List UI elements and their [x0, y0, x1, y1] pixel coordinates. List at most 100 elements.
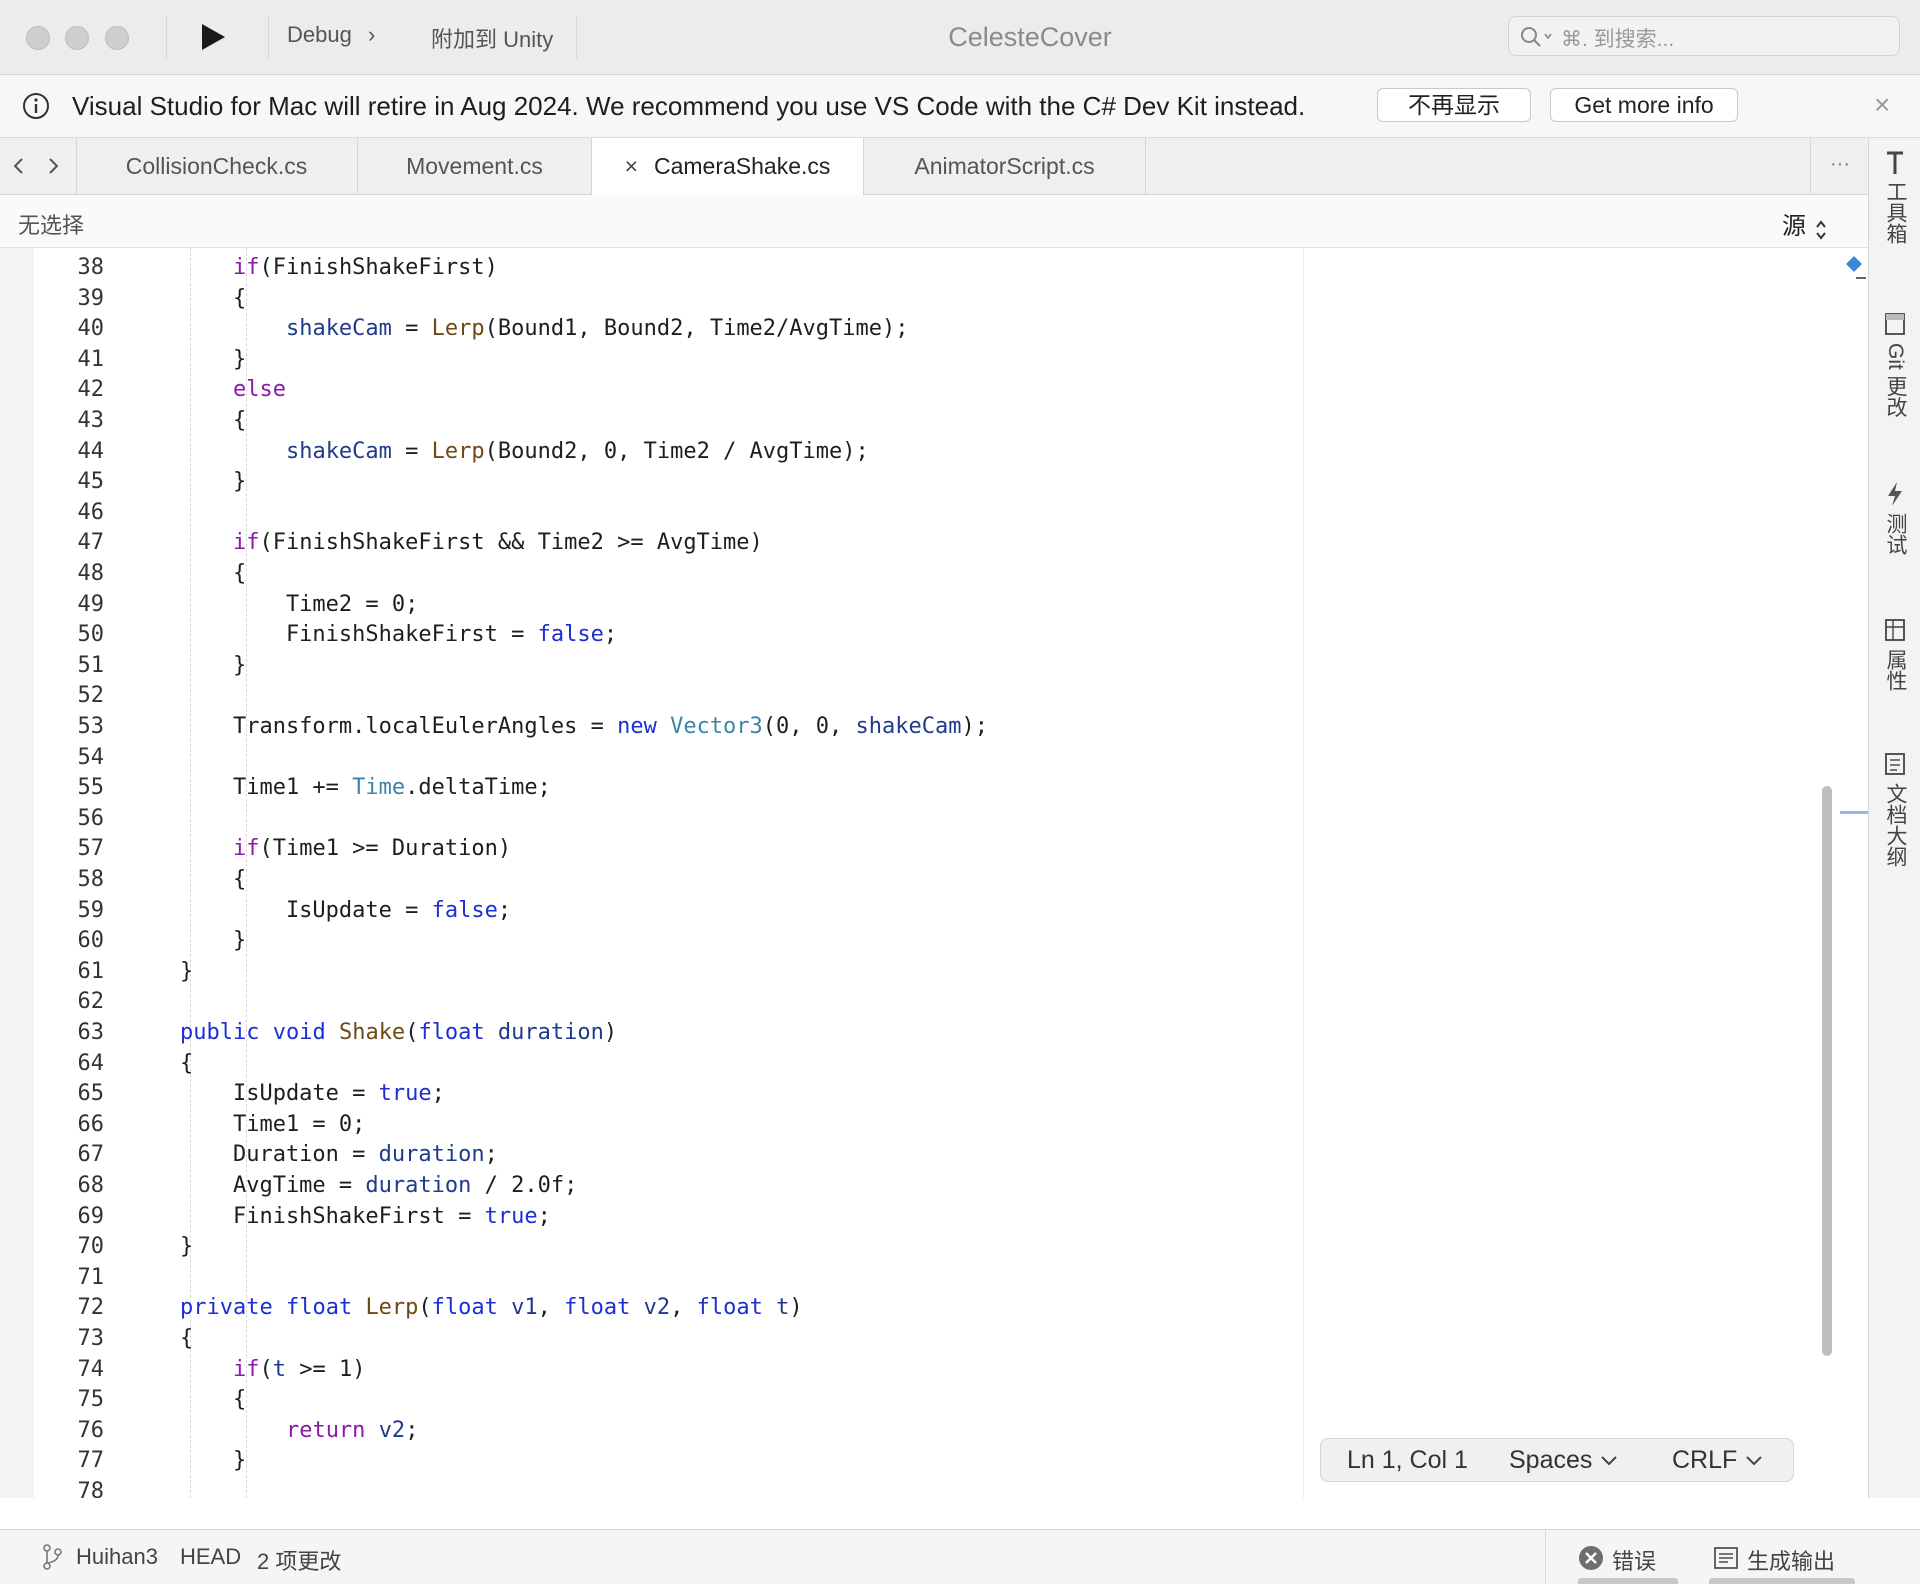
code-text[interactable]: return v2;: [127, 1416, 418, 1446]
code-text[interactable]: {: [127, 1324, 193, 1354]
code-line[interactable]: 60 }: [0, 926, 1300, 956]
code-text[interactable]: Duration = duration;: [127, 1140, 498, 1170]
code-line[interactable]: 73 {: [0, 1324, 1300, 1354]
code-line[interactable]: 67 Duration = duration;: [0, 1140, 1300, 1170]
code-line[interactable]: 47 if(FinishShakeFirst && Time2 >= AvgTi…: [0, 528, 1300, 558]
code-text[interactable]: private float Lerp(float v1, float v2, f…: [127, 1293, 803, 1323]
code-line[interactable]: 50 FinishShakeFirst = false;: [0, 620, 1300, 650]
code-text[interactable]: Time1 += Time.deltaTime;: [127, 773, 551, 803]
member-selector[interactable]: 无选择: [18, 208, 84, 240]
code-text[interactable]: {: [127, 406, 246, 436]
code-text[interactable]: {: [127, 865, 246, 895]
code-line[interactable]: 78: [0, 1477, 1300, 1498]
code-text[interactable]: }: [127, 467, 246, 497]
code-line[interactable]: 64 {: [0, 1049, 1300, 1079]
code-line[interactable]: 70 }: [0, 1232, 1300, 1262]
code-line[interactable]: 74 if(t >= 1): [0, 1355, 1300, 1385]
git-branch[interactable]: HEAD: [180, 1544, 241, 1570]
code-text[interactable]: {: [127, 1385, 246, 1415]
tab-overflow-button[interactable]: ···: [1810, 138, 1869, 194]
code-text[interactable]: {: [127, 284, 246, 314]
code-line[interactable]: 56: [0, 804, 1300, 834]
chevron-right-icon[interactable]: [46, 156, 60, 176]
attach-to-unity-button[interactable]: 附加到 Unity: [431, 22, 553, 54]
code-line[interactable]: 51 }: [0, 651, 1300, 681]
close-icon[interactable]: ×: [1874, 89, 1890, 121]
code-line[interactable]: 76 return v2;: [0, 1416, 1300, 1446]
code-text[interactable]: }: [127, 957, 193, 987]
code-line[interactable]: 52: [0, 681, 1300, 711]
code-line[interactable]: 62: [0, 987, 1300, 1017]
code-line[interactable]: 68 AvgTime = duration / 2.0f;: [0, 1171, 1300, 1201]
code-text[interactable]: Time1 = 0;: [127, 1110, 365, 1140]
code-text[interactable]: {: [127, 1049, 193, 1079]
code-line[interactable]: 77 }: [0, 1446, 1300, 1476]
code-text[interactable]: }: [127, 651, 246, 681]
code-text[interactable]: if(t >= 1): [127, 1355, 365, 1385]
code-line[interactable]: 41 }: [0, 345, 1300, 375]
code-area[interactable]: 38 if(FinishShakeFirst) 39 {40 shakeCam =…: [0, 248, 1300, 1498]
git-changes-pad[interactable]: Git 更改: [1869, 310, 1920, 423]
source-view-selector[interactable]: 源: [1782, 206, 1828, 240]
code-line[interactable]: 54: [0, 743, 1300, 773]
close-tab-icon[interactable]: ×: [625, 153, 638, 179]
code-line[interactable]: 59 IsUpdate = false;: [0, 896, 1300, 926]
code-line[interactable]: 39 {: [0, 284, 1300, 314]
tab-collisioncheck[interactable]: CollisionCheck.cs: [76, 138, 358, 194]
code-line[interactable]: 75 {: [0, 1385, 1300, 1415]
document-outline-pad[interactable]: 文档大纲: [1869, 750, 1920, 872]
code-line[interactable]: 66 Time1 = 0;: [0, 1110, 1300, 1140]
code-text[interactable]: IsUpdate = false;: [127, 896, 511, 926]
minimize-window-button[interactable]: [65, 26, 89, 50]
code-line[interactable]: 65 IsUpdate = true;: [0, 1079, 1300, 1109]
code-text[interactable]: }: [127, 345, 246, 375]
code-text[interactable]: Transform.localEulerAngles = new Vector3…: [127, 712, 988, 742]
code-line[interactable]: 55 Time1 += Time.deltaTime;: [0, 773, 1300, 803]
code-line[interactable]: 71: [0, 1263, 1300, 1293]
build-output-pad-button[interactable]: 生成输出: [1695, 1530, 1855, 1584]
code-text[interactable]: if(FinishShakeFirst && Time2 >= AvgTime): [127, 528, 763, 558]
code-line[interactable]: 45 }: [0, 467, 1300, 497]
chevron-left-icon[interactable]: [12, 156, 26, 176]
errors-pad-button[interactable]: 错误: [1545, 1530, 1682, 1584]
code-text[interactable]: {: [127, 559, 246, 589]
tab-movement[interactable]: Movement.cs: [358, 138, 592, 194]
code-line[interactable]: 61 }: [0, 957, 1300, 987]
code-line[interactable]: 43 {: [0, 406, 1300, 436]
code-line[interactable]: 53 Transform.localEulerAngles = new Vect…: [0, 712, 1300, 742]
tab-camerashake[interactable]: × CameraShake.cs: [592, 138, 864, 195]
code-line[interactable]: 63 public void Shake(float duration): [0, 1018, 1300, 1048]
code-line[interactable]: 46: [0, 498, 1300, 528]
vertical-scrollbar[interactable]: [1822, 786, 1832, 1356]
get-more-info-button[interactable]: Get more info: [1550, 88, 1738, 122]
code-line[interactable]: 49 Time2 = 0;: [0, 590, 1300, 620]
code-line[interactable]: 57 if(Time1 >= Duration): [0, 834, 1300, 864]
indentation-selector[interactable]: Spaces: [1509, 1446, 1619, 1475]
code-text[interactable]: IsUpdate = true;: [127, 1079, 445, 1109]
git-user[interactable]: Huihan3: [76, 1544, 158, 1570]
git-pending-changes[interactable]: 2 项更改: [257, 1544, 341, 1576]
code-text[interactable]: Time2 = 0;: [127, 590, 418, 620]
zoom-window-button[interactable]: [105, 26, 129, 50]
code-line[interactable]: 38 if(FinishShakeFirst): [0, 253, 1300, 283]
code-line[interactable]: 42 else: [0, 375, 1300, 405]
code-text[interactable]: if(Time1 >= Duration): [127, 834, 511, 864]
code-line[interactable]: 72 private float Lerp(float v1, float v2…: [0, 1293, 1300, 1323]
cursor-position[interactable]: Ln 1, Col 1: [1347, 1446, 1468, 1475]
code-text[interactable]: if(FinishShakeFirst): [127, 253, 498, 283]
code-text[interactable]: }: [127, 1232, 193, 1262]
code-text[interactable]: FinishShakeFirst = false;: [127, 620, 617, 650]
code-line[interactable]: 58 {: [0, 865, 1300, 895]
run-button[interactable]: [202, 24, 225, 50]
code-line[interactable]: 69 FinishShakeFirst = true;: [0, 1202, 1300, 1232]
toolbox-pad[interactable]: 工具箱: [1869, 148, 1920, 249]
code-text[interactable]: AvgTime = duration / 2.0f;: [127, 1171, 577, 1201]
code-text[interactable]: public void Shake(float duration): [127, 1018, 617, 1048]
properties-pad[interactable]: 属性: [1869, 616, 1920, 696]
dont-show-again-button[interactable]: 不再显示: [1377, 88, 1531, 122]
code-text[interactable]: else: [127, 375, 286, 405]
code-text[interactable]: }: [127, 926, 246, 956]
code-text[interactable]: shakeCam = Lerp(Bound2, 0, Time2 / AvgTi…: [127, 437, 869, 467]
close-window-button[interactable]: [26, 26, 50, 50]
code-line[interactable]: 40 shakeCam = Lerp(Bound1, Bound2, Time2…: [0, 314, 1300, 344]
